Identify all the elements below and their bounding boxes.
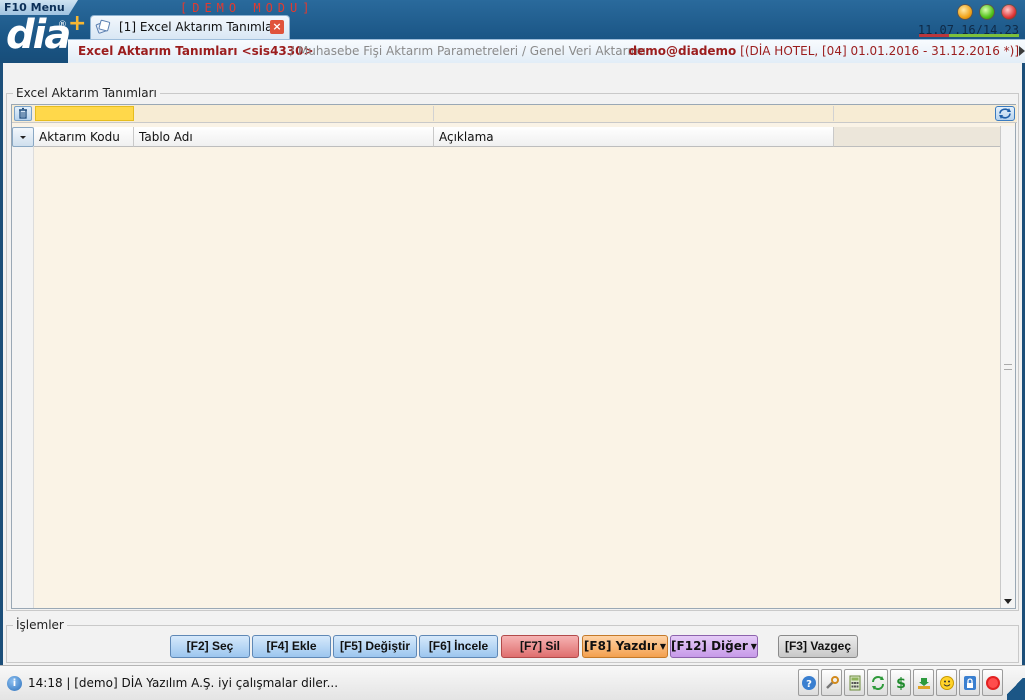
data-grid[interactable]: Aktarım Kodu Tablo Adı Açıklama: [11, 104, 1017, 609]
cancel-button[interactable]: [F3] Vazgeç: [778, 635, 858, 658]
app-header: F10 Menu dia ® + [DEMO MODU] [1] Excel A…: [0, 0, 1025, 63]
column-header-aktarim-kodu[interactable]: Aktarım Kodu: [34, 127, 134, 147]
currency-icon[interactable]: $: [890, 669, 911, 696]
status-toolbar: ? $: [798, 669, 1003, 696]
other-dropdown-icon: ▼: [750, 642, 757, 651]
scrollbar-grip[interactable]: [1004, 364, 1012, 370]
tab-document-icon: [95, 19, 111, 34]
chevron-down-icon: [20, 136, 26, 139]
user-context: demo@diademo [(DİA HOTEL, [04] 01.01.201…: [629, 44, 1019, 58]
sync-icon[interactable]: [867, 669, 888, 696]
column-header-filler: [834, 127, 1002, 147]
list-panel-title: Excel Aktarım Tanımları: [13, 86, 160, 100]
maximize-button[interactable]: [979, 4, 995, 20]
tab-excel-aktarim[interactable]: [1] Excel Aktarım Tanımları ×: [90, 15, 290, 39]
column-header-tablo-adi[interactable]: Tablo Adı: [134, 127, 434, 147]
clock-progress-bar: [919, 34, 1019, 37]
refresh-icon: [999, 108, 1011, 119]
tab-close-icon[interactable]: ×: [270, 20, 284, 34]
filter-input-tablo-adi[interactable]: [136, 106, 434, 121]
add-tab-button[interactable]: +: [68, 13, 86, 35]
logo-registered-mark: ®: [58, 20, 67, 30]
inspect-button[interactable]: [F6] İncele: [419, 635, 498, 658]
trash-icon: [19, 107, 27, 119]
breadcrumb-current: Excel Aktarım Tanımları <sis4330>: [78, 44, 314, 58]
add-button[interactable]: [F4] Ekle: [252, 635, 331, 658]
filter-input-aktarim-kodu[interactable]: [35, 106, 134, 121]
scroll-right-icon[interactable]: [1019, 44, 1025, 58]
column-menu-button[interactable]: [12, 127, 34, 147]
help-icon[interactable]: ?: [798, 669, 819, 696]
operations-panel: İşlemler [F2] Seç [F4] Ekle [F5] Değişti…: [6, 618, 1019, 663]
calculator-icon[interactable]: [844, 669, 865, 696]
wrench-icon[interactable]: [821, 669, 842, 696]
svg-text:?: ?: [806, 679, 812, 690]
close-window-button[interactable]: [1001, 4, 1017, 20]
select-button[interactable]: [F2] Seç: [170, 635, 250, 658]
row-selector-column: [12, 147, 34, 608]
status-message: 14:18 | [demo] DİA Yazılım A.Ş. iyi çalı…: [28, 676, 339, 690]
smiley-icon[interactable]: [936, 669, 957, 696]
company-period: [(DİA HOTEL, [04] 01.01.2016 - 31.12.201…: [740, 44, 1019, 58]
info-icon: i: [7, 676, 22, 691]
main-content: Excel Aktarım Tanımları Aktarım Kodu Tab…: [3, 63, 1022, 665]
column-header-aciklama[interactable]: Açıklama: [434, 127, 834, 147]
window-controls: [957, 4, 1017, 20]
demo-mode-banner: [DEMO MODU]: [180, 1, 315, 15]
status-bar: i 14:18 | [demo] DİA Yazılım A.Ş. iyi ça…: [0, 665, 1025, 700]
filter-input-aciklama[interactable]: [436, 106, 834, 121]
print-dropdown-icon: ▼: [659, 642, 667, 651]
tab-label: [1] Excel Aktarım Tanımları: [119, 20, 281, 34]
resize-handle[interactable]: [1007, 678, 1025, 700]
minimize-button[interactable]: [957, 4, 973, 20]
breadcrumb: Excel Aktarım Tanımları <sis4330> / Muha…: [68, 39, 1025, 63]
other-button[interactable]: [F12] Diğer ▼: [670, 635, 758, 658]
print-button[interactable]: [F8] Yazdır ▼: [582, 635, 668, 658]
scroll-down-icon[interactable]: [1002, 595, 1014, 607]
svg-text:$: $: [896, 676, 906, 691]
user-login: demo@diademo: [628, 44, 737, 58]
delete-button[interactable]: [F7] Sil: [501, 635, 579, 658]
edit-button[interactable]: [F5] Değiştir: [333, 635, 417, 658]
breadcrumb-trail[interactable]: / Muhasebe Fişi Aktarım Parametreleri / …: [290, 44, 646, 58]
print-button-label: [F8] Yazdır: [583, 639, 657, 653]
download-icon[interactable]: [913, 669, 934, 696]
stop-icon[interactable]: [982, 669, 1003, 696]
clear-filter-button[interactable]: [14, 106, 32, 121]
filter-row: [12, 105, 1017, 123]
lock-icon[interactable]: [959, 669, 980, 696]
refresh-button[interactable]: [995, 106, 1015, 121]
grid-header: Aktarım Kodu Tablo Adı Açıklama: [12, 126, 1002, 147]
other-button-label: [F12] Diğer: [671, 639, 748, 653]
vertical-scrollbar[interactable]: [1000, 126, 1015, 608]
list-panel: Excel Aktarım Tanımları Aktarım Kodu Tab…: [6, 86, 1019, 611]
operations-panel-title: İşlemler: [13, 618, 67, 632]
